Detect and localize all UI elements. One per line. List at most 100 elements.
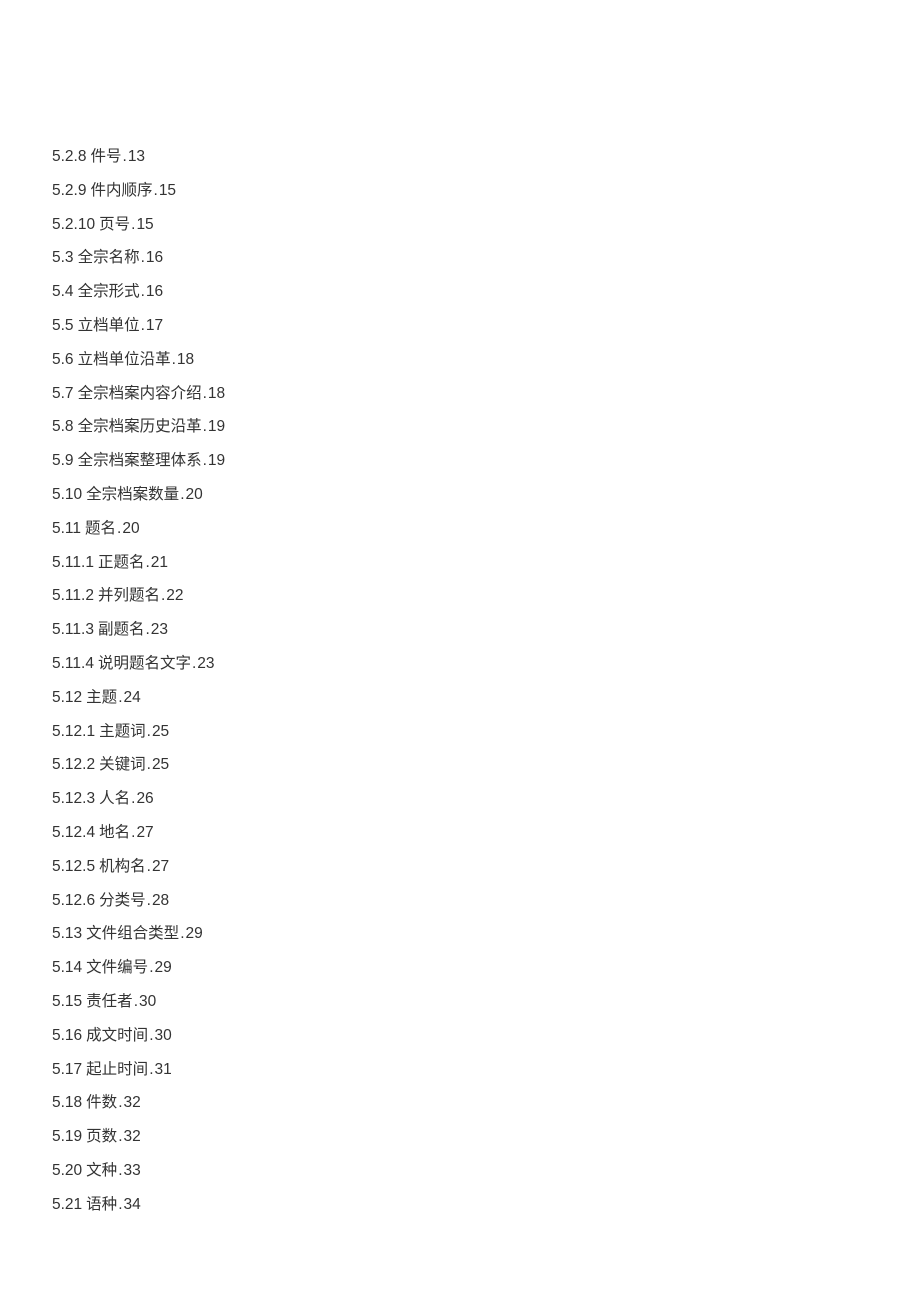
toc-entry: 5.17起止时间.31 [52, 1053, 870, 1087]
toc-entry-title: 并列题名 [98, 587, 160, 604]
toc-entry: 5.12.6分类号.28 [52, 884, 870, 918]
toc-entry-page: 32 [124, 1128, 141, 1145]
toc-entry: 5.20文种.33 [52, 1154, 870, 1188]
toc-entry-title: 责任者 [86, 993, 133, 1010]
toc-entry-number: 5.2.8 [52, 148, 86, 165]
toc-separator: . [145, 554, 149, 571]
toc-entry-title: 全宗档案数量 [86, 486, 179, 503]
toc-entry-page: 29 [155, 959, 172, 976]
toc-separator: . [123, 148, 127, 165]
toc-separator: . [141, 249, 145, 266]
toc-entry-number: 5.8 [52, 418, 74, 435]
toc-entry-page: 30 [139, 993, 156, 1010]
toc-entry-title: 地名 [99, 824, 130, 841]
toc-entry: 5.11题名.20 [52, 512, 870, 546]
toc-entry-page: 32 [124, 1094, 141, 1111]
toc-entry-number: 5.12.1 [52, 723, 95, 740]
toc-entry-title: 全宗档案历史沿革 [78, 418, 202, 435]
toc-entry-number: 5.20 [52, 1162, 82, 1179]
toc-entry-number: 5.12.5 [52, 858, 95, 875]
toc-entry-page: 34 [124, 1196, 141, 1213]
toc-entry-number: 5.7 [52, 385, 74, 402]
toc-separator: . [141, 317, 145, 334]
toc-separator: . [145, 621, 149, 638]
toc-entry: 5.14文件编号.29 [52, 951, 870, 985]
toc-entry: 5.2.9件内顺序.15 [52, 174, 870, 208]
toc-entry-title: 全宗档案整理体系 [78, 452, 202, 469]
toc-separator: . [118, 1128, 122, 1145]
toc-entry-title: 题名 [85, 520, 116, 537]
toc-separator: . [161, 587, 165, 604]
toc-entry-title: 件号 [90, 148, 121, 165]
toc-entry: 5.3全宗名称.16 [52, 241, 870, 275]
toc-entry-number: 5.12.4 [52, 824, 95, 841]
toc-entry: 5.12.4地名.27 [52, 816, 870, 850]
toc-entry-title: 立档单位 [78, 317, 140, 334]
toc-entry-title: 起止时间 [86, 1061, 148, 1078]
toc-entry-title: 全宗名称 [78, 249, 140, 266]
toc-entry-number: 5.18 [52, 1094, 82, 1111]
toc-separator: . [203, 385, 207, 402]
toc-entry-page: 22 [166, 587, 183, 604]
toc-entry-title: 主题词 [99, 723, 146, 740]
toc-entry-page: 28 [152, 892, 169, 909]
toc-entry-number: 5.12.6 [52, 892, 95, 909]
toc-separator: . [203, 452, 207, 469]
toc-entry: 5.2.10页号.15 [52, 208, 870, 242]
toc-entry-title: 文件编号 [86, 959, 148, 976]
toc-entry-number: 5.12.3 [52, 790, 95, 807]
toc-entry: 5.12.3人名.26 [52, 782, 870, 816]
toc-separator: . [147, 858, 151, 875]
toc-entry-number: 5.12.2 [52, 756, 95, 773]
toc-entry: 5.5立档单位.17 [52, 309, 870, 343]
toc-entry-page: 16 [146, 283, 163, 300]
toc-entry-page: 19 [208, 452, 225, 469]
toc-entry: 5.21语种.34 [52, 1188, 870, 1222]
toc-entry-page: 23 [151, 621, 168, 638]
toc-separator: . [154, 182, 158, 199]
toc-entry-title: 语种 [86, 1196, 117, 1213]
toc-entry-page: 16 [146, 249, 163, 266]
toc-entry-page: 17 [146, 317, 163, 334]
toc-entry-page: 25 [152, 723, 169, 740]
toc-entry-page: 27 [152, 858, 169, 875]
toc-entry-number: 5.6 [52, 351, 74, 368]
toc-entry-number: 5.3 [52, 249, 74, 266]
toc-entry-page: 26 [136, 790, 153, 807]
toc-entry-number: 5.11.3 [52, 621, 94, 638]
toc-entry-number: 5.16 [52, 1027, 82, 1044]
toc-entry-number: 5.11.2 [52, 587, 94, 604]
toc-entry-page: 33 [124, 1162, 141, 1179]
toc-entry-number: 5.11.4 [52, 655, 94, 672]
toc-entry-title: 文种 [86, 1162, 117, 1179]
toc-separator: . [131, 790, 135, 807]
toc-separator: . [147, 756, 151, 773]
toc-entry-title: 全宗形式 [78, 283, 140, 300]
toc-entry-page: 20 [122, 520, 139, 537]
toc-entry-title: 人名 [99, 790, 130, 807]
toc-entry: 5.12.1主题词.25 [52, 715, 870, 749]
toc-entry: 5.12.2关键词.25 [52, 748, 870, 782]
toc-entry: 5.11.3副题名.23 [52, 613, 870, 647]
toc-separator: . [117, 520, 121, 537]
toc-entry-page: 21 [151, 554, 168, 571]
toc-entry-page: 15 [159, 182, 176, 199]
toc-entry-title: 说明题名文字 [98, 655, 191, 672]
toc-entry: 5.2.8件号.13 [52, 140, 870, 174]
toc-entry-number: 5.21 [52, 1196, 82, 1213]
toc-entry-title: 页号 [99, 216, 130, 233]
toc-separator: . [192, 655, 196, 672]
toc-separator: . [149, 1061, 153, 1078]
toc-entry-title: 页数 [86, 1128, 117, 1145]
toc-entry: 5.13文件组合类型.29 [52, 917, 870, 951]
toc-entry: 5.6立档单位沿革.18 [52, 343, 870, 377]
toc-entry: 5.16成文时间.30 [52, 1019, 870, 1053]
toc-entry-title: 全宗档案内容介绍 [78, 385, 202, 402]
toc-entry-number: 5.12 [52, 689, 82, 706]
toc-entry-title: 成文时间 [86, 1027, 148, 1044]
toc-separator: . [147, 892, 151, 909]
toc-entry-number: 5.15 [52, 993, 82, 1010]
toc-entry-title: 关键词 [99, 756, 146, 773]
toc-separator: . [149, 959, 153, 976]
toc-entry-title: 机构名 [99, 858, 146, 875]
